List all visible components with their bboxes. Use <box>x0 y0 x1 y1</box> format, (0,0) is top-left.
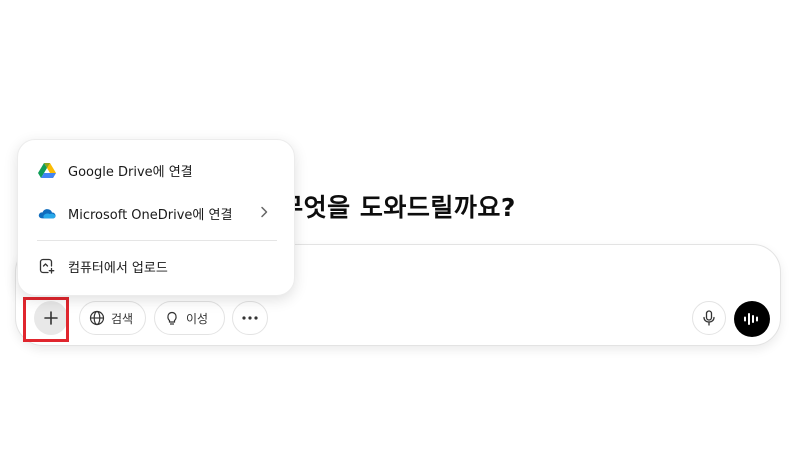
chevron-right-icon <box>260 206 268 218</box>
lightbulb-icon <box>164 310 180 326</box>
menu-item-upload-from-computer[interactable]: 컴퓨터에서 업로드 <box>26 248 288 284</box>
search-button[interactable]: 검색 <box>79 301 146 335</box>
reason-button-label: 이성 <box>186 311 209 326</box>
add-attachment-button[interactable] <box>34 301 68 335</box>
microphone-icon <box>703 310 715 326</box>
voice-waveform-icon <box>744 313 758 325</box>
plus-icon <box>44 311 58 325</box>
menu-item-onedrive[interactable]: Microsoft OneDrive에 연결 <box>26 195 288 231</box>
menu-item-label: 컴퓨터에서 업로드 <box>68 260 168 276</box>
globe-icon <box>89 310 105 326</box>
reason-button[interactable]: 이성 <box>154 301 225 335</box>
more-dots-icon <box>242 316 258 320</box>
search-button-label: 검색 <box>111 311 134 326</box>
more-options-button[interactable] <box>232 301 268 335</box>
upload-file-icon <box>38 257 56 275</box>
menu-divider <box>37 240 277 241</box>
onedrive-icon <box>38 204 56 222</box>
google-drive-icon <box>38 161 56 179</box>
menu-item-label: Microsoft OneDrive에 연결 <box>68 207 233 223</box>
menu-item-label: Google Drive에 연결 <box>68 164 193 180</box>
voice-mode-button[interactable] <box>734 301 770 337</box>
attach-menu: Google Drive에 연결 Microsoft OneDrive에 연결 <box>17 139 295 296</box>
dictate-button[interactable] <box>692 301 726 335</box>
page: 무엇을 도와드릴까요? 검색 이성 Google Drive에 연결 Micro… <box>0 0 796 455</box>
menu-item-google-drive[interactable]: Google Drive에 연결 <box>26 152 288 188</box>
